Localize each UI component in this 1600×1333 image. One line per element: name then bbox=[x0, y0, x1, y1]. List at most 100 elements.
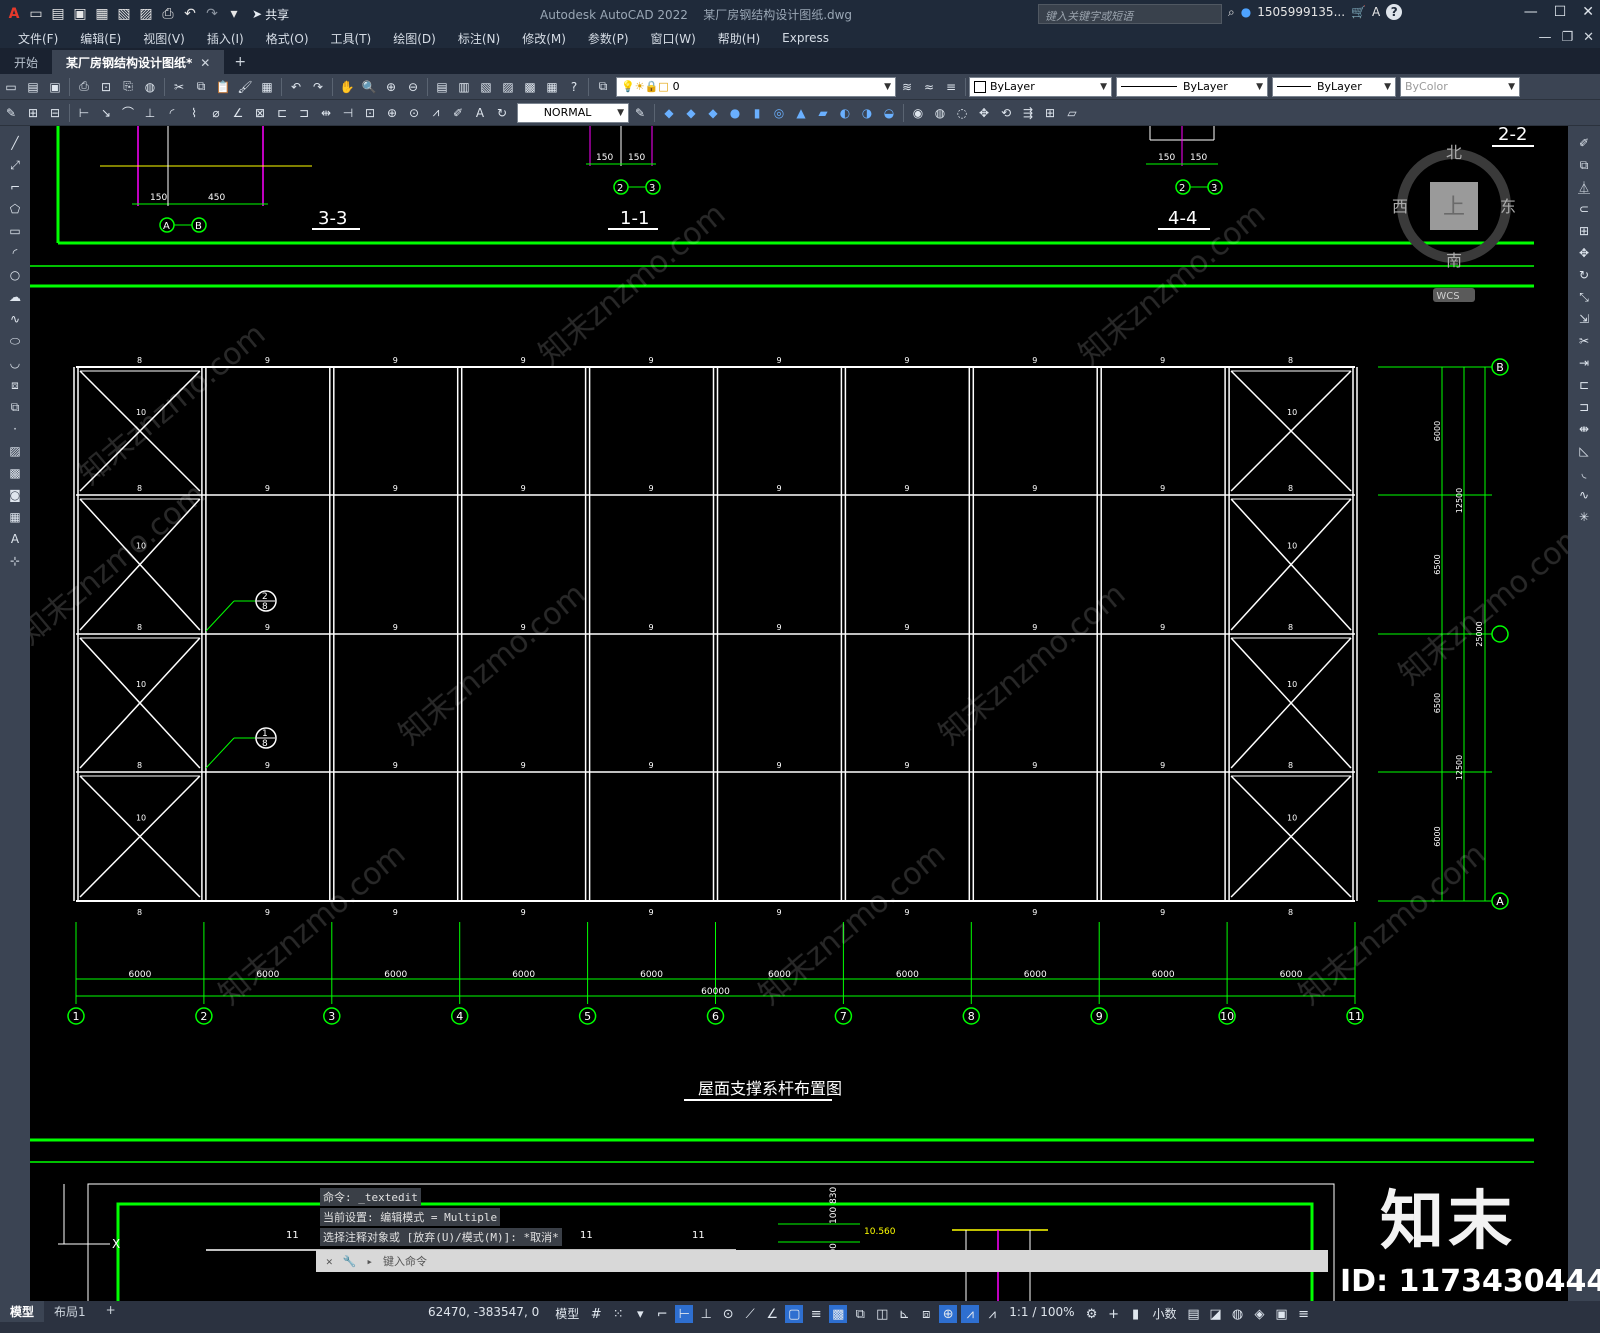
baseline-dim-icon[interactable]: ⊏ bbox=[273, 104, 291, 122]
mirror-icon[interactable]: ⏅ bbox=[1575, 178, 1593, 196]
3d-cylinder-icon[interactable]: ▮ bbox=[748, 104, 766, 122]
3d-sweep-icon[interactable]: ◑ bbox=[858, 104, 876, 122]
customize-qat-icon[interactable]: ▾ bbox=[224, 4, 244, 24]
transparency-icon[interactable]: ▩ bbox=[829, 1305, 848, 1323]
snap-icon[interactable]: ⁙ bbox=[609, 1305, 627, 1323]
plotstyle-combo[interactable]: ByColor ▼ bbox=[1400, 76, 1520, 97]
help-icon[interactable]: ? bbox=[1386, 4, 1403, 20]
lineweight-combo[interactable]: ByLayer ▼ bbox=[1272, 76, 1396, 97]
match-properties-icon[interactable]: 🖌 bbox=[236, 78, 254, 96]
isolate-objects-icon[interactable]: ◍ bbox=[1229, 1305, 1247, 1323]
3d-revolve-icon[interactable]: ◐ bbox=[836, 104, 854, 122]
command-input[interactable]: ✕ 🔧 ▸ 键入命令 bbox=[316, 1250, 1328, 1272]
3d-osnap-icon[interactable]: ◫ bbox=[873, 1305, 891, 1323]
gradient-icon[interactable]: ▩ bbox=[6, 464, 24, 482]
compass-west[interactable]: 西 bbox=[1392, 197, 1408, 216]
inspect-icon[interactable]: ⊙ bbox=[405, 104, 423, 122]
quickcalc-icon[interactable]: ▦ bbox=[543, 78, 561, 96]
move-icon[interactable]: ✥ bbox=[1575, 244, 1593, 262]
publish-icon[interactable]: ⎘ bbox=[119, 78, 137, 96]
gizmo-icon[interactable]: ⊕ bbox=[939, 1305, 958, 1323]
menu-insert[interactable]: 插入(I) bbox=[196, 30, 255, 47]
share-button[interactable]: ➤ 共享 bbox=[252, 6, 289, 23]
jogged-dim-icon[interactable]: ⌇ bbox=[185, 104, 203, 122]
coordinate-readout[interactable]: 62470, -383547, 0 bbox=[428, 1305, 539, 1319]
scale-icon[interactable]: ⤡ bbox=[1575, 288, 1593, 306]
3d-pyramid-icon[interactable]: ▲ bbox=[792, 104, 810, 122]
user-name[interactable]: 1505999135... bbox=[1257, 5, 1345, 19]
open-web-icon[interactable]: ▧ bbox=[114, 4, 134, 24]
menu-edit[interactable]: 编辑(E) bbox=[69, 30, 132, 47]
tab-model[interactable]: 模型 bbox=[0, 1301, 45, 1322]
dynamic-input-icon[interactable]: ⊢ bbox=[675, 1305, 694, 1323]
polygon-icon[interactable]: ⬠ bbox=[6, 200, 24, 218]
plot-icon[interactable]: ⎙ bbox=[158, 4, 178, 24]
aligned-dim-icon[interactable]: ↘ bbox=[97, 104, 115, 122]
lineweight-icon[interactable]: ≡ bbox=[807, 1305, 825, 1323]
drawing-svg[interactable]: 150 450 A B 3-3 150 150 2 3 1-1 150 150 … bbox=[30, 126, 1568, 1301]
offset-icon[interactable]: ⊂ bbox=[1575, 200, 1593, 218]
open-file-icon[interactable]: ▤ bbox=[24, 78, 42, 96]
table-icon[interactable]: ▦ bbox=[6, 508, 24, 526]
explode-icon[interactable]: ✳ bbox=[1575, 508, 1593, 526]
tolerance-icon[interactable]: ⊡ bbox=[361, 104, 379, 122]
text-style-combo[interactable]: NORMAL ▼ bbox=[517, 102, 629, 123]
ortho-icon[interactable]: ⊥ bbox=[697, 1305, 715, 1323]
markup-icon[interactable]: ▩ bbox=[521, 78, 539, 96]
rectangle-icon[interactable]: ▭ bbox=[6, 222, 24, 240]
3d-box-icon[interactable]: ◆ bbox=[660, 104, 678, 122]
osnap-icon[interactable]: ▢ bbox=[785, 1305, 804, 1323]
add-selected-icon[interactable]: ⊹ bbox=[6, 552, 24, 570]
command-close-icon[interactable]: ✕ bbox=[326, 1255, 333, 1268]
menu-format[interactable]: 格式(O) bbox=[255, 30, 320, 47]
save-web-icon[interactable]: ▨ bbox=[136, 4, 156, 24]
customize-status-icon[interactable]: ≡ bbox=[1295, 1305, 1313, 1323]
menu-window[interactable]: 窗口(W) bbox=[640, 30, 707, 47]
doc-restore-icon[interactable]: ❐ bbox=[1561, 30, 1573, 45]
color-combo[interactable]: ByLayer ▼ bbox=[969, 76, 1112, 97]
block-editor-icon[interactable]: ▦ bbox=[258, 78, 276, 96]
break-icon[interactable]: ⊐ bbox=[1575, 398, 1593, 416]
hardware-acceleration-icon[interactable]: ◈ bbox=[1251, 1305, 1269, 1323]
3d-dwf-icon[interactable]: ◍ bbox=[141, 78, 159, 96]
layer-previous-icon[interactable]: ≈ bbox=[920, 78, 938, 96]
3d-wedge-icon[interactable]: ◆ bbox=[682, 104, 700, 122]
diameter-dim-icon[interactable]: ⌀ bbox=[207, 104, 225, 122]
dim-edit-icon[interactable]: ✐ bbox=[449, 104, 467, 122]
pan-icon[interactable]: ✋ bbox=[338, 78, 356, 96]
print-icon[interactable]: ⎙ bbox=[75, 78, 93, 96]
dynamic-ucs-icon[interactable]: ⊾ bbox=[895, 1305, 913, 1323]
spline-icon[interactable]: ∿ bbox=[6, 310, 24, 328]
zoom-realtime-icon[interactable]: 🔍 bbox=[360, 78, 378, 96]
doc-close-icon[interactable]: ✕ bbox=[1583, 30, 1594, 45]
properties-icon[interactable]: ▤ bbox=[433, 78, 451, 96]
layer-states-icon[interactable]: ≡ bbox=[942, 78, 960, 96]
menu-parametric[interactable]: 参数(P) bbox=[577, 30, 640, 47]
copy-icon[interactable]: ⧉ bbox=[192, 78, 210, 96]
make-block-icon[interactable]: ⧉ bbox=[6, 398, 24, 416]
insert-block-icon[interactable]: ⧈ bbox=[6, 376, 24, 394]
tab-close-icon[interactable]: ✕ bbox=[200, 56, 210, 70]
subtract-icon[interactable]: ◍ bbox=[931, 104, 949, 122]
user-icon[interactable]: ● bbox=[1241, 5, 1251, 19]
dim-style-override-icon[interactable]: ✎ bbox=[631, 104, 649, 122]
isometric-icon[interactable]: ⟋ bbox=[741, 1305, 759, 1323]
3d-sphere-icon[interactable]: ● bbox=[726, 104, 744, 122]
jogged-linear-icon[interactable]: ⩘ bbox=[427, 104, 445, 122]
linear-dim-icon[interactable]: ⊢ bbox=[75, 104, 93, 122]
zoom-window-icon[interactable]: ⊕ bbox=[382, 78, 400, 96]
dim-text-edit-icon[interactable]: A bbox=[471, 104, 489, 122]
arc-icon[interactable]: ◜ bbox=[6, 244, 24, 262]
maximize-icon[interactable]: ☐ bbox=[1554, 4, 1567, 20]
dimstyle-icon[interactable]: ⊞ bbox=[24, 104, 42, 122]
plot-preview-icon[interactable]: ⊡ bbox=[97, 78, 115, 96]
osnap-tracking-icon[interactable]: ∠ bbox=[763, 1305, 781, 1323]
continue-dim-icon[interactable]: ⊐ bbox=[295, 104, 313, 122]
tablestyle-icon[interactable]: ⊟ bbox=[46, 104, 64, 122]
auto-scale-icon[interactable]: ⩘ bbox=[983, 1305, 1001, 1323]
tab-drawing[interactable]: 某厂房钢结构设计图纸* ✕ bbox=[52, 50, 225, 74]
workspace-gear-icon[interactable]: ⚙ bbox=[1083, 1305, 1101, 1323]
sheet-set-icon[interactable]: ▨ bbox=[499, 78, 517, 96]
units-icon[interactable]: ▮ bbox=[1127, 1305, 1145, 1323]
menu-express[interactable]: Express bbox=[771, 31, 840, 45]
